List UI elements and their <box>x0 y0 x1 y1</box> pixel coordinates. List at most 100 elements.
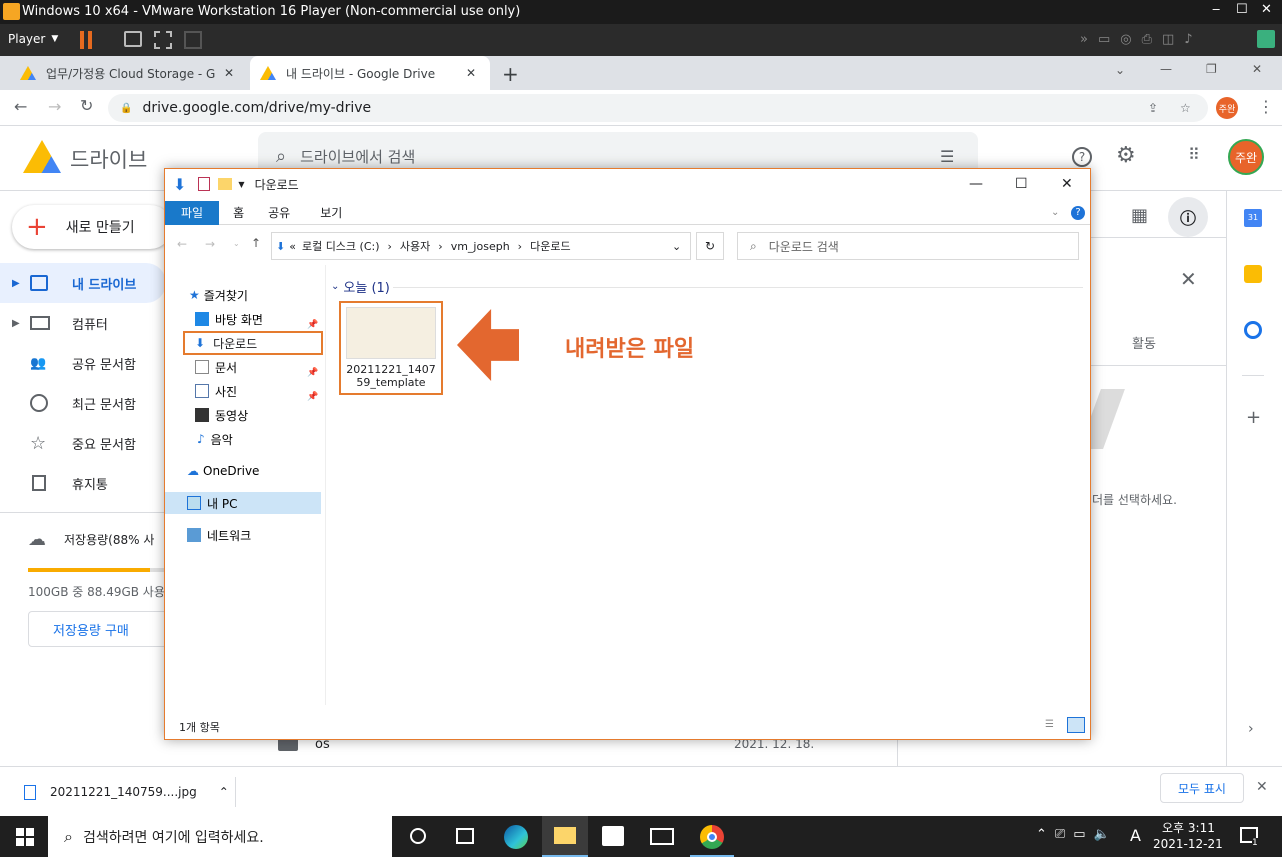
nav-network[interactable]: 네트워크 <box>187 524 251 546</box>
close-button[interactable]: ✕ <box>1061 176 1073 192</box>
start-icon[interactable] <box>16 828 34 846</box>
forward-icon[interactable]: → <box>48 97 61 116</box>
sidebar-item-computers[interactable]: ▶ 컴퓨터 <box>0 303 166 343</box>
explorer-taskbar-icon[interactable] <box>542 816 588 857</box>
ribbon-tab-home[interactable]: 홈 <box>233 204 244 221</box>
message-icon[interactable] <box>1257 30 1275 48</box>
minimize-button[interactable]: ‒ <box>1212 2 1224 17</box>
close-shelf-icon[interactable]: ✕ <box>1256 779 1268 795</box>
sidebar-item-my-drive[interactable]: ▶ 내 드라이브 <box>0 263 166 303</box>
task-view-icon[interactable] <box>456 828 474 844</box>
recent-dropdown-icon[interactable]: ⌄ <box>233 239 240 248</box>
show-all-button[interactable]: 모두 표시 <box>1160 773 1244 803</box>
expand-arrow-icon[interactable]: ▶ <box>12 318 20 329</box>
nav-documents[interactable]: 문서 <box>195 356 237 378</box>
ribbon-expand-icon[interactable]: ⌄ <box>1051 207 1059 218</box>
bookmark-star-icon[interactable]: ☆ <box>1180 101 1191 115</box>
mail-icon[interactable] <box>650 828 674 845</box>
buy-storage-button[interactable]: 저장용량 구매 <box>28 611 170 647</box>
ribbon-tab-share[interactable]: 공유 <box>268 204 290 221</box>
calendar-icon[interactable]: 31 <box>1244 209 1262 227</box>
qat-dropdown-icon[interactable]: ▼ <box>238 180 244 189</box>
maximize-button[interactable]: ☐ <box>1236 2 1248 17</box>
ribbon-tab-file[interactable]: 파일 <box>165 200 220 225</box>
restore-button[interactable]: ❐ <box>1206 62 1217 76</box>
keep-icon[interactable] <box>1244 265 1262 283</box>
nav-desktop[interactable]: 바탕 화면 <box>195 308 263 330</box>
apps-grid-icon[interactable]: ⠿ <box>1188 145 1200 164</box>
forward-icon[interactable]: → <box>205 237 215 251</box>
breadcrumb-item[interactable]: vm_joseph <box>451 240 510 253</box>
settings-gear-icon[interactable]: ⚙ <box>1116 143 1136 168</box>
explorer-search-box[interactable]: ⌕ 다운로드 검색 <box>737 232 1079 260</box>
tab-cloud-storage[interactable]: 업무/가정용 Cloud Storage - Go ✕ <box>10 56 248 90</box>
tasks-icon[interactable] <box>1244 321 1262 339</box>
account-avatar[interactable]: 주완 <box>1228 139 1264 175</box>
file-item[interactable]: 20211221_1407 59_template <box>339 301 443 395</box>
device-icons[interactable]: »▭◎⎙◫♪ <box>1080 32 1203 47</box>
player-menu[interactable]: Player ▼ <box>8 32 58 46</box>
new-folder-icon[interactable] <box>218 178 233 190</box>
tray-icons[interactable]: ⌃⎚▭🔈 <box>1036 827 1118 842</box>
search-options-icon[interactable]: ☰ <box>940 147 954 166</box>
minimize-button[interactable]: — <box>969 176 983 192</box>
breadcrumb-item[interactable]: 사용자 <box>400 238 430 254</box>
tab-search-icon[interactable]: ⌄ <box>1115 63 1125 77</box>
fullscreen-icon[interactable] <box>154 31 172 49</box>
help-icon[interactable]: ? <box>1071 205 1085 220</box>
breadcrumb-item[interactable]: 로컬 디스크 (C:) <box>302 238 380 254</box>
details-info-icon[interactable]: ⓘ <box>1168 197 1208 237</box>
download-item[interactable]: 20211221_140759....jpg ⌃ <box>14 777 236 807</box>
nav-music[interactable]: ♪ 음악 <box>195 428 233 450</box>
tab-close-icon[interactable]: ✕ <box>224 66 234 80</box>
unity-icon[interactable] <box>184 31 202 49</box>
nav-quick-access[interactable]: ★ 즐겨찾기 <box>189 284 248 306</box>
large-icons-view-icon[interactable] <box>1067 717 1085 733</box>
share-icon[interactable]: ⇪ <box>1148 101 1158 115</box>
chrome-icon[interactable] <box>690 816 734 857</box>
close-button[interactable]: ✕ <box>1261 2 1272 17</box>
storage-row[interactable]: ☁ 저장용량(88% 사 <box>28 529 168 550</box>
reload-icon[interactable]: ↻ <box>80 96 93 115</box>
sidebar-item-starred[interactable]: ☆ 중요 문서함 <box>0 423 166 463</box>
sidebar-item-trash[interactable]: 휴지통 <box>0 463 166 503</box>
back-icon[interactable]: ← <box>14 97 27 116</box>
get-addons-icon[interactable]: + <box>1246 407 1261 428</box>
grid-view-icon[interactable]: ▦ <box>1131 205 1148 226</box>
new-tab-button[interactable]: + <box>502 62 519 86</box>
details-view-icon[interactable]: ☰ <box>1045 719 1054 730</box>
breadcrumb-item[interactable]: 다운로드 <box>530 238 570 254</box>
pause-icon[interactable] <box>80 31 92 49</box>
sidebar-item-recent[interactable]: 최근 문서함 <box>0 383 166 423</box>
nav-downloads[interactable]: ⬇ 다운로드 <box>183 331 323 355</box>
expand-arrow-icon[interactable]: ▶ <box>12 278 20 289</box>
back-icon[interactable]: ← <box>177 237 187 251</box>
address-dropdown-icon[interactable]: ⌄ <box>672 240 681 253</box>
send-keys-icon[interactable] <box>124 31 142 47</box>
clock-time[interactable]: 오후 3:11 <box>1162 819 1215 836</box>
sidebar-item-shared[interactable]: 👥 공유 문서함 <box>0 343 166 383</box>
nav-videos[interactable]: 동영상 <box>195 404 248 426</box>
new-button[interactable]: + 새로 만들기 <box>12 205 172 249</box>
properties-icon[interactable] <box>198 177 211 191</box>
details-activity-tab[interactable]: 활동 <box>1132 333 1156 352</box>
store-icon[interactable] <box>602 826 624 846</box>
minimize-button[interactable]: — <box>1160 62 1172 76</box>
ime-indicator[interactable]: A <box>1130 826 1141 845</box>
address-bar[interactable]: 🔒 drive.google.com/drive/my-drive ⇪ ☆ <box>108 94 1208 122</box>
refresh-button[interactable]: ↻ <box>696 232 724 260</box>
chevron-up-icon[interactable]: ⌃ <box>219 785 229 799</box>
profile-avatar[interactable]: 주완 <box>1216 97 1238 119</box>
ribbon-tab-view[interactable]: 보기 <box>320 204 342 221</box>
tab-close-icon[interactable]: ✕ <box>466 66 476 80</box>
address-bar[interactable]: ⬇ « 로컬 디스크 (C:) › 사용자 › vm_joseph › 다운로드 ⌄ <box>271 232 691 260</box>
maximize-button[interactable]: ☐ <box>1015 176 1028 192</box>
clock-date[interactable]: 2021-12-21 <box>1153 837 1223 851</box>
taskbar-search[interactable]: ⌕ 검색하려면 여기에 입력하세요. <box>48 816 392 857</box>
expand-panel-icon[interactable]: › <box>1248 721 1254 737</box>
nav-onedrive[interactable]: ☁ OneDrive <box>187 460 259 482</box>
help-icon[interactable]: ? <box>1072 147 1092 167</box>
cortana-icon[interactable] <box>410 828 426 844</box>
up-icon[interactable]: ↑ <box>251 236 261 250</box>
group-header[interactable]: ⌄ 오늘 (1) <box>331 277 390 296</box>
